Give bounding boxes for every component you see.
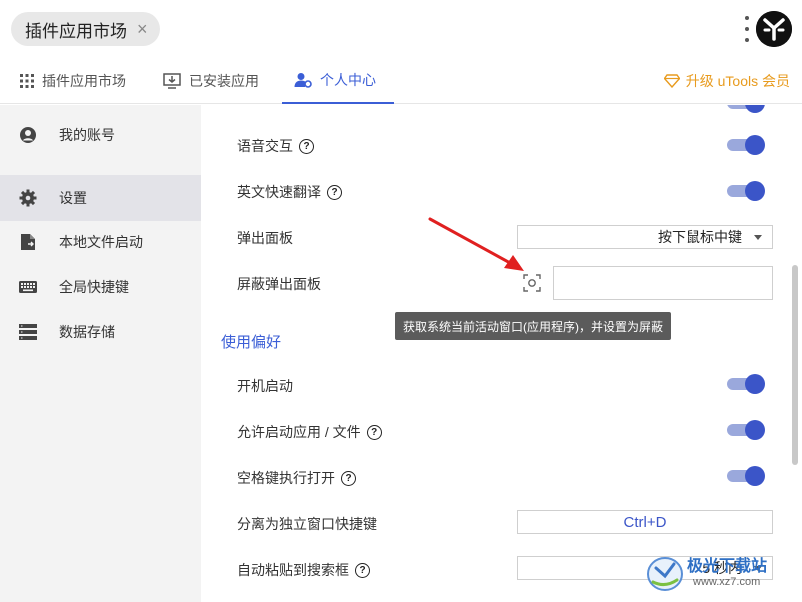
help-icon[interactable]: ? bbox=[299, 138, 314, 154]
help-icon[interactable]: ? bbox=[366, 424, 382, 440]
setting-allow-launch-label: 允许启动应用 / 文件? bbox=[237, 422, 382, 442]
section-title-preferences: 使用偏好 bbox=[221, 334, 282, 351]
tab-bar: 插件应用市场 已安装应用 个人中心 升级 uTools 会员 bbox=[0, 58, 802, 104]
upgrade-link[interactable]: 升级 uTools 会员 bbox=[663, 58, 790, 104]
file-icon bbox=[18, 232, 38, 252]
sidebar-item-data-storage[interactable]: 数据存储 bbox=[0, 309, 201, 355]
select-value: 按下鼠标中键 bbox=[658, 229, 742, 245]
tab-label: 插件应用市场 bbox=[42, 73, 126, 89]
popup-panel-select[interactable]: 按下鼠标中键 bbox=[517, 225, 773, 249]
chevron-down-icon bbox=[754, 235, 762, 240]
sidebar-item-settings[interactable]: 设置 bbox=[0, 175, 201, 221]
setting-block-popup-label: 屏蔽弹出面板 bbox=[237, 276, 321, 292]
upgrade-label: 升级 uTools 会员 bbox=[685, 73, 790, 89]
plugin-chip-label: 插件应用市场 bbox=[25, 21, 127, 41]
toggle-switch[interactable] bbox=[727, 105, 765, 113]
tab-plugin-market[interactable]: 插件应用市场 bbox=[20, 58, 126, 104]
sidebar-item-label: 设置 bbox=[59, 190, 87, 206]
plugin-chip[interactable]: 插件应用市场 × bbox=[11, 12, 160, 46]
setting-voice-label: 语音交互? bbox=[237, 136, 314, 156]
setting-autostart-label: 开机启动 bbox=[237, 378, 293, 394]
sidebar-item-label: 数据存储 bbox=[59, 324, 115, 340]
tab-installed[interactable]: 已安装应用 bbox=[163, 58, 259, 104]
help-icon[interactable]: ? bbox=[327, 184, 342, 200]
allow-launch-toggle[interactable] bbox=[727, 420, 765, 440]
tab-label: 个人中心 bbox=[320, 72, 376, 88]
voice-toggle[interactable] bbox=[727, 135, 765, 155]
translate-toggle[interactable] bbox=[727, 181, 765, 201]
settings-panel: 语音交互? 英文快速翻译? 弹出面板 按下鼠标中键 屏蔽弹出面板 获取系统当前活… bbox=[201, 105, 802, 602]
tab-personal-center[interactable]: 个人中心 bbox=[282, 58, 394, 104]
sidebar: 我的账号 设置 本地文件启动 全局快捷键 数据存储 bbox=[0, 105, 201, 602]
tab-label: 已安装应用 bbox=[189, 73, 259, 89]
space-open-toggle[interactable] bbox=[727, 466, 765, 486]
sidebar-item-label: 本地文件启动 bbox=[59, 234, 143, 250]
grid-icon bbox=[20, 74, 34, 88]
sidebar-item-label: 全局快捷键 bbox=[59, 279, 129, 295]
watermark-url: www.xz7.com bbox=[693, 576, 761, 588]
diamond-icon bbox=[663, 74, 680, 88]
utools-logo-icon[interactable] bbox=[756, 11, 792, 47]
gear-icon bbox=[18, 188, 38, 208]
tooltip: 获取系统当前活动窗口(应用程序)，并设置为屏蔽 bbox=[395, 312, 671, 340]
help-icon[interactable]: ? bbox=[341, 470, 356, 486]
setting-space-open-label: 空格键执行打开? bbox=[237, 468, 356, 488]
setting-detach-label: 分离为独立窗口快捷键 bbox=[237, 516, 377, 532]
keyboard-icon bbox=[18, 277, 38, 297]
setting-translate-label: 英文快速翻译? bbox=[237, 182, 342, 202]
capture-window-icon[interactable] bbox=[521, 272, 543, 294]
autostart-toggle[interactable] bbox=[727, 374, 765, 394]
help-icon[interactable]: ? bbox=[355, 562, 370, 578]
more-vertical-icon[interactable] bbox=[743, 16, 751, 42]
sidebar-item-global-shortcut[interactable]: 全局快捷键 bbox=[0, 264, 201, 310]
download-monitor-icon bbox=[163, 73, 181, 89]
top-bar: 插件应用市场 × bbox=[0, 0, 802, 58]
storage-icon bbox=[18, 322, 38, 342]
close-icon[interactable]: × bbox=[137, 20, 148, 38]
sidebar-item-local-file[interactable]: 本地文件启动 bbox=[0, 219, 201, 265]
scrollbar[interactable] bbox=[792, 265, 798, 465]
sidebar-item-account[interactable]: 我的账号 bbox=[0, 112, 201, 158]
account-icon bbox=[18, 125, 38, 145]
user-gear-icon bbox=[294, 73, 312, 88]
watermark-text: 极光下载站 bbox=[687, 558, 768, 575]
setting-popup-label: 弹出面板 bbox=[237, 230, 293, 246]
setting-auto-paste-label: 自动粘贴到搜索框? bbox=[237, 560, 370, 580]
block-popup-input[interactable] bbox=[553, 266, 773, 300]
detach-shortcut-input[interactable]: Ctrl+D bbox=[517, 510, 773, 534]
watermark-logo: 极光下载站 www.xz7.com bbox=[645, 548, 795, 598]
sidebar-item-label: 我的账号 bbox=[59, 127, 115, 143]
